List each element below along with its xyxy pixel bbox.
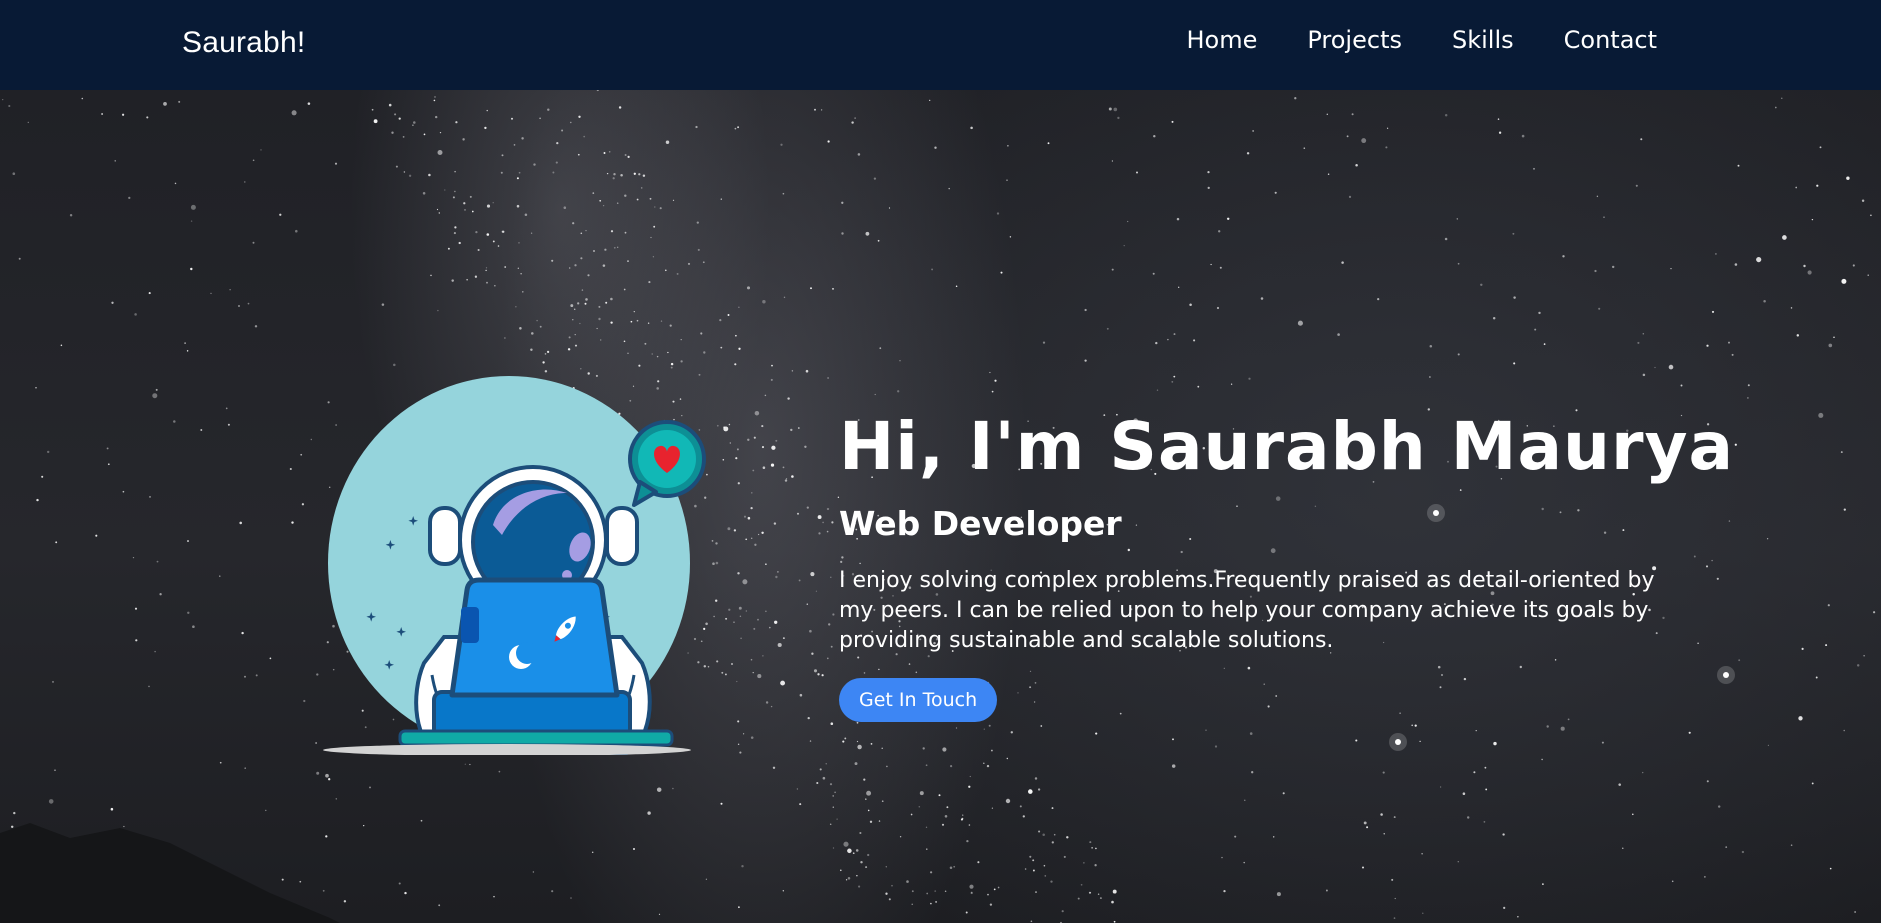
hero-subtitle: Web Developer: [839, 504, 1122, 543]
nav-link-contact[interactable]: Contact: [1564, 24, 1657, 56]
brand-logo-link[interactable]: Saurabh!: [182, 26, 305, 60]
nav-link-skills[interactable]: Skills: [1452, 24, 1514, 56]
navbar: Saurabh! Home Projects Skills Contact: [0, 0, 1881, 90]
get-in-touch-button[interactable]: Get In Touch: [839, 678, 998, 722]
heart-bubble-icon: [628, 420, 706, 507]
hero-section: Hi, I'm Saurabh Maurya Web Developer I e…: [0, 90, 1881, 923]
nav-link-projects[interactable]: Projects: [1307, 24, 1402, 56]
nav-links: Home Projects Skills Contact: [1186, 24, 1657, 56]
hero-text: Hi, I'm Saurabh Maurya Web Developer I e…: [839, 402, 1735, 722]
hero-description: I enjoy solving complex problems.Frequen…: [839, 568, 1655, 653]
hero-title: Hi, I'm Saurabh Maurya: [839, 408, 1735, 485]
astronaut-illustration: [323, 376, 706, 755]
mountain-silhouette: [0, 823, 340, 923]
nav-link-home[interactable]: Home: [1186, 24, 1257, 56]
